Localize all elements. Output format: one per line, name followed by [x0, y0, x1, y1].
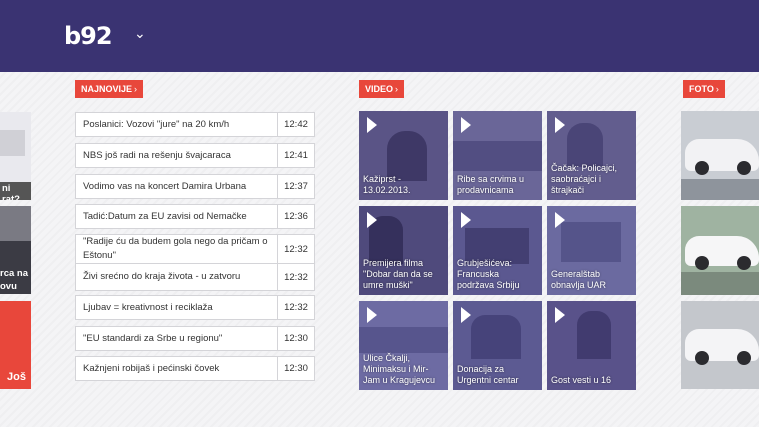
news-title: Poslanici: Vozovi "jure" na 20 km/h: [83, 118, 230, 130]
video-thumbnail: [577, 311, 611, 359]
play-icon: [461, 117, 471, 133]
news-time: 12:30: [277, 357, 314, 380]
news-time: 12:41: [277, 144, 314, 167]
video-caption: Čačak: Policajci, saobraćajci i štrajkač…: [551, 163, 618, 195]
play-icon: [555, 307, 565, 323]
news-time: 12:32: [277, 296, 314, 319]
najnovije-header[interactable]: NAJNOVIJE ›: [75, 80, 144, 98]
news-row[interactable]: NBS još radi na rešenju švajcaraca 12:41: [75, 143, 315, 168]
car-wheel: [695, 161, 709, 175]
play-icon: [461, 307, 471, 323]
news-time: 12:30: [277, 327, 314, 350]
news-row[interactable]: "EU standardi za Srbe u regionu" 12:30: [75, 326, 315, 351]
video-tile[interactable]: Čačak: Policajci, saobraćajci i štrajkač…: [547, 111, 636, 200]
left-strip-image[interactable]: [0, 130, 25, 156]
news-time: 12:37: [277, 175, 314, 198]
news-title: "EU standardi za Srbe u regionu": [83, 332, 223, 344]
news-title: Vodimo vas na koncert Damira Urbana: [83, 180, 247, 192]
foto-tile[interactable]: [681, 206, 759, 295]
car-wheel: [737, 256, 751, 270]
news-title: Ljubav = kreativnost i reciklaža: [83, 301, 213, 313]
play-icon: [367, 117, 377, 133]
foto-tile[interactable]: [681, 111, 759, 200]
news-title: NBS još radi na rešenju švajcaraca: [83, 149, 231, 161]
car-wheel: [737, 161, 751, 175]
video-thumbnail: [567, 123, 603, 167]
video-tile[interactable]: Generalštab obnavlja UAR: [547, 206, 636, 295]
video-caption: Gost vesti u 16: [551, 375, 612, 385]
foto-label: FOTO: [689, 84, 714, 94]
left-strip-2: rca na ovu: [0, 206, 31, 294]
news-row[interactable]: Živi srećno do kraja života - u zatvoru …: [75, 263, 315, 291]
video-caption: Ribe sa crvima u prodavnicama: [457, 174, 525, 195]
car-wheel: [695, 351, 709, 365]
news-title: Živi srećno do kraja života - u zatvoru: [83, 271, 241, 282]
app-header: b92 ⌄: [0, 0, 759, 72]
foto-header[interactable]: FOTO ›: [683, 80, 725, 98]
news-title: Tadić:Datum za EU zavisi od Nemačke: [83, 210, 247, 222]
left-strip-text-3[interactable]: ovu: [0, 281, 17, 292]
play-icon: [367, 212, 377, 228]
video-label: VIDEO: [365, 84, 394, 94]
video-thumbnail: [453, 141, 542, 171]
news-row[interactable]: Poslanici: Vozovi "jure" na 20 km/h 12:4…: [75, 112, 315, 137]
play-icon: [367, 307, 377, 323]
video-tile[interactable]: Ulice Čkalji, Minimaksu i Mir-Jam u Krag…: [359, 301, 448, 390]
video-tile[interactable]: Grubješićeva: Francuska podržava Srbiju: [453, 206, 542, 295]
news-row[interactable]: Ljubav = kreativnost i reciklaža 12:32: [75, 295, 315, 320]
video-header[interactable]: VIDEO ›: [359, 80, 405, 98]
news-row[interactable]: Tadić:Datum za EU zavisi od Nemačke 12:3…: [75, 204, 315, 229]
video-thumbnail: [471, 315, 521, 359]
left-strip: ni rat?: [0, 112, 31, 200]
najnovije-label: NAJNOVIJE: [81, 84, 133, 94]
left-strip-text-2[interactable]: rca na: [0, 268, 28, 279]
car-wheel: [737, 351, 751, 365]
news-row[interactable]: "Radije ću da budem gola nego da pričam …: [75, 234, 315, 263]
video-caption: Donacija za Urgentni centar: [457, 364, 519, 385]
road: [681, 179, 759, 200]
news-time: 12:32: [277, 235, 314, 263]
video-caption: Grubješićeva: Francuska podržava Srbiju: [457, 258, 520, 290]
more-button[interactable]: Još: [0, 301, 31, 389]
news-title: Kažnjeni robijaš i pećinski čovek: [83, 362, 220, 374]
news-row[interactable]: Kažnjeni robijaš i pećinski čovek 12:30: [75, 356, 315, 381]
left-strip-text[interactable]: ni rat?: [0, 182, 31, 200]
news-row[interactable]: Vodimo vas na koncert Damira Urbana 12:3…: [75, 174, 315, 199]
play-icon: [461, 212, 471, 228]
chevron-right-icon: ›: [715, 84, 719, 94]
b92-logo[interactable]: b92: [64, 22, 113, 50]
video-tile[interactable]: Gost vesti u 16: [547, 301, 636, 390]
video-caption: Generalštab obnavlja UAR: [551, 269, 607, 290]
car-wheel: [695, 256, 709, 270]
chevron-right-icon: ›: [395, 84, 399, 94]
play-icon: [555, 212, 565, 228]
chevron-down-icon[interactable]: ⌄: [134, 25, 146, 42]
road: [681, 272, 759, 295]
news-time: 12:32: [277, 264, 314, 290]
video-caption: Kažiprst - 13.02.2013.: [363, 174, 411, 195]
chevron-right-icon: ›: [134, 84, 138, 94]
video-tile[interactable]: Donacija za Urgentni centar: [453, 301, 542, 390]
video-thumbnail: [561, 222, 621, 262]
video-tile[interactable]: Ribe sa crvima u prodavnicama: [453, 111, 542, 200]
news-time: 12:42: [277, 113, 314, 136]
video-caption: Ulice Čkalji, Minimaksu i Mir-Jam u Krag…: [363, 353, 436, 385]
video-thumbnail: [359, 327, 448, 353]
video-caption: Premijera filma "Dobar dan da se umre mu…: [363, 258, 433, 290]
more-label: Još: [7, 371, 26, 383]
left-strip-image-2: [0, 206, 31, 241]
foto-tile[interactable]: [681, 301, 759, 389]
news-time: 12:36: [277, 205, 314, 228]
video-tile[interactable]: Premijera filma "Dobar dan da se umre mu…: [359, 206, 448, 295]
video-tile[interactable]: Kažiprst - 13.02.2013.: [359, 111, 448, 200]
play-icon: [555, 117, 565, 133]
news-title: "Radije ću da budem gola nego da pričam …: [83, 236, 268, 261]
